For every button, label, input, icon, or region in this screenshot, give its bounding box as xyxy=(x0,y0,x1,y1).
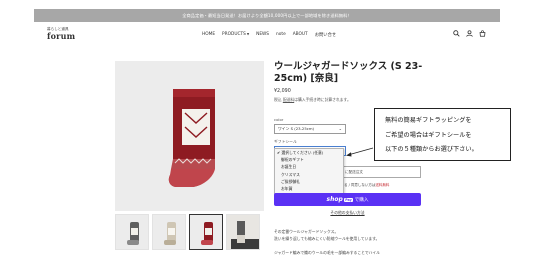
delivery-note-text: に配送注文 xyxy=(345,170,363,174)
pay-badge: Pay xyxy=(344,198,353,202)
checkmark-icon: ✔ xyxy=(277,150,281,155)
brand-logo[interactable]: 暮らしと道具 forum xyxy=(47,27,75,40)
gift-option[interactable]: お年賀 xyxy=(275,185,343,192)
description-line: 洗いを繰り返しても縮みにくい防縮ウールを使用しています。 xyxy=(274,236,380,241)
thumbnail-strip xyxy=(115,214,260,250)
tax-note-suffix: は購入手続き時に計算されます。 xyxy=(294,97,351,102)
color-label: color xyxy=(274,117,284,122)
nav-note[interactable]: note xyxy=(276,32,286,38)
nav-contact[interactable]: お問い合せ xyxy=(315,32,336,38)
thumbnail-2[interactable] xyxy=(152,214,186,250)
description-line: ジャガード編みで織のウールの毛を一部編みすることでハイル xyxy=(274,250,380,255)
nav-about[interactable]: ABOUT xyxy=(293,32,308,38)
thumbnail-3[interactable] xyxy=(189,214,223,250)
gift-label: ギフトシール xyxy=(274,139,297,144)
gift-option[interactable]: ✔ 選択してください (任意) xyxy=(275,149,343,156)
description-line: その定番ウールジャガードソックス。 xyxy=(274,229,339,234)
nav-products[interactable]: PRODUCTS▼ xyxy=(222,32,249,38)
search-icon[interactable] xyxy=(453,30,460,37)
announcement-bar: 全商品定価・最短当日発送！お届けより全額10,000円以上で一部地域を除き送料無… xyxy=(34,9,500,22)
cart-icon[interactable] xyxy=(479,30,486,37)
gift-dropdown-menu[interactable]: ✔ 選択してください (任意) 御祝のギフト お誕生日 クリスマス ご挨拶御礼 … xyxy=(274,148,344,194)
main-nav: HOME PRODUCTS▼ NEWS note ABOUT お問い合せ xyxy=(202,32,336,38)
callout-line: 以下の５種類からお選び下さい。 xyxy=(385,146,478,153)
chevron-down-icon: ⌄ xyxy=(338,126,342,131)
gray-sock-thumbnail xyxy=(116,215,148,249)
sock-image xyxy=(115,61,264,211)
chevron-down-icon: ▼ xyxy=(246,32,250,36)
gift-option[interactable]: クリスマス xyxy=(275,171,343,178)
worn-sock-thumbnail xyxy=(227,215,259,249)
nav-news[interactable]: NEWS xyxy=(256,32,269,38)
thumbnail-4[interactable] xyxy=(226,214,260,250)
gift-wrapping-callout: 無料の簡易ギフトラッピングを ご希望の場合はギフトシールを 以下の５種類からお選… xyxy=(374,108,511,161)
tax-note: 税込 配送料は購入手続き時に計算されます。 xyxy=(274,97,351,103)
nav-products-label: PRODUCTS xyxy=(222,32,246,37)
product-title: ウールジャガードソックス (S 23-25cm) [奈良] xyxy=(274,61,423,84)
red-sock-thumbnail xyxy=(190,215,222,249)
site-header: 暮らしと道具 forum HOME PRODUCTS▼ NEWS note AB… xyxy=(34,24,500,46)
free-shipping-text: 送料無料 xyxy=(375,183,390,187)
shipping-link[interactable]: 配送料 xyxy=(283,97,294,102)
shop-logo: shop xyxy=(326,196,343,203)
color-select[interactable]: ワイン S (23-25cm) ⌄ xyxy=(274,124,346,134)
color-select-value: ワイン S (23-25cm) xyxy=(278,126,314,131)
brand-name: forum xyxy=(47,31,76,41)
gift-option[interactable]: 御祝のギフト xyxy=(275,156,343,163)
shop-pay-button[interactable]: shop Pay で購入 xyxy=(274,193,421,206)
gift-option[interactable]: ご挨拶御礼 xyxy=(275,178,343,185)
thumbnail-1[interactable] xyxy=(115,214,149,250)
product-main-image[interactable] xyxy=(115,61,264,211)
callout-line: ご希望の場合はギフトシールを xyxy=(385,131,472,139)
more-payment-link[interactable]: その他の支払い方法 xyxy=(274,210,421,216)
nav-home[interactable]: HOME xyxy=(202,32,215,38)
callout-line: 無料の簡易ギフトラッピングを xyxy=(385,117,472,124)
product-price: ¥2,090 xyxy=(274,89,291,94)
gift-option-label: 選択してください (任意) xyxy=(281,150,324,155)
product-description: その定番ウールジャガードソックス。 洗いを繰り返しても縮みにくい防縮ウールを使用… xyxy=(274,228,379,242)
beige-sock-thumbnail xyxy=(153,215,185,249)
header-icons xyxy=(453,30,486,37)
user-icon[interactable] xyxy=(466,30,473,37)
buy-label: で購入 xyxy=(354,198,369,203)
tax-note-prefix: 税込 xyxy=(274,97,282,102)
gift-option[interactable]: お誕生日 xyxy=(275,163,343,170)
callout-arrow-icon xyxy=(346,147,374,157)
